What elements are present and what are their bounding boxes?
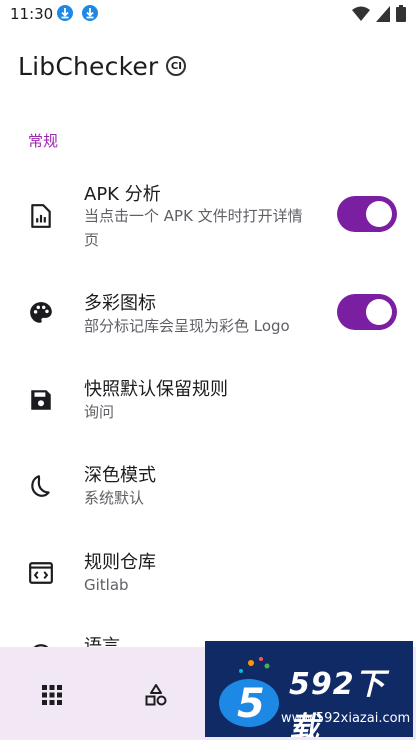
colorful-icon-toggle[interactable] xyxy=(337,294,397,330)
download-icon xyxy=(57,5,73,21)
setting-snapshot-rule[interactable]: 快照默认保留规则 询问 xyxy=(0,370,416,430)
toggle-knob xyxy=(366,201,392,227)
setting-summary: Gitlab xyxy=(84,576,129,594)
section-title: 常规 xyxy=(28,132,59,150)
setting-summary: 询问 xyxy=(84,403,115,421)
watermark-mark-text: 5 xyxy=(237,681,265,727)
wifi-icon xyxy=(352,6,370,21)
setting-title: 深色模式 xyxy=(84,465,156,486)
app-title: LibChecker xyxy=(18,51,159,81)
setting-summary: 当点击一个 APK 文件时打开详情页 xyxy=(84,207,303,249)
setting-title: 规则仓库 xyxy=(84,552,156,573)
setting-summary: 部分标记库会呈现为彩色 Logo xyxy=(84,317,290,335)
status-bar: 11:30 xyxy=(0,0,416,28)
signal-icon xyxy=(376,5,390,22)
setting-apk-analysis[interactable]: APK 分析 当点击一个 APK 文件时打开详情页 xyxy=(0,170,416,266)
battery-icon xyxy=(396,5,406,22)
toggle-knob xyxy=(366,299,392,325)
setting-rule-repo[interactable]: 规则仓库 Gitlab xyxy=(0,543,416,603)
dark-mode-icon xyxy=(31,475,50,497)
setting-title: APK 分析 xyxy=(84,184,161,205)
watermark-url: www.592xiazai.com xyxy=(281,711,411,726)
code-icon xyxy=(29,562,53,584)
setting-title: 多彩图标 xyxy=(84,293,156,314)
setting-title: 快照默认保留规则 xyxy=(84,379,228,400)
apk-analysis-toggle[interactable] xyxy=(337,196,397,232)
apk-analysis-icon xyxy=(31,204,51,228)
nav-category-button[interactable] xyxy=(136,675,176,715)
save-icon xyxy=(31,390,51,410)
watermark-mark-icon: 5 xyxy=(219,657,279,727)
nav-apps-button[interactable] xyxy=(32,675,72,715)
status-time: 11:30 xyxy=(10,5,54,23)
setting-dark-mode[interactable]: 深色模式 系统默认 xyxy=(0,456,416,516)
apps-grid-icon xyxy=(42,685,62,705)
ci-badge-icon: CI xyxy=(166,56,187,76)
setting-summary: 系统默认 xyxy=(84,489,145,507)
watermark-logo: 5 592下载 www.592xiazai.com xyxy=(205,641,413,737)
category-shapes-icon xyxy=(145,684,167,706)
status-icons xyxy=(352,5,406,22)
app-bar: LibChecker CI xyxy=(18,50,187,82)
setting-title: 语言 xyxy=(84,636,120,648)
palette-icon xyxy=(30,302,52,323)
download-icon xyxy=(82,5,98,21)
setting-colorful-icon[interactable]: 多彩图标 部分标记库会呈现为彩色 Logo xyxy=(0,282,416,348)
